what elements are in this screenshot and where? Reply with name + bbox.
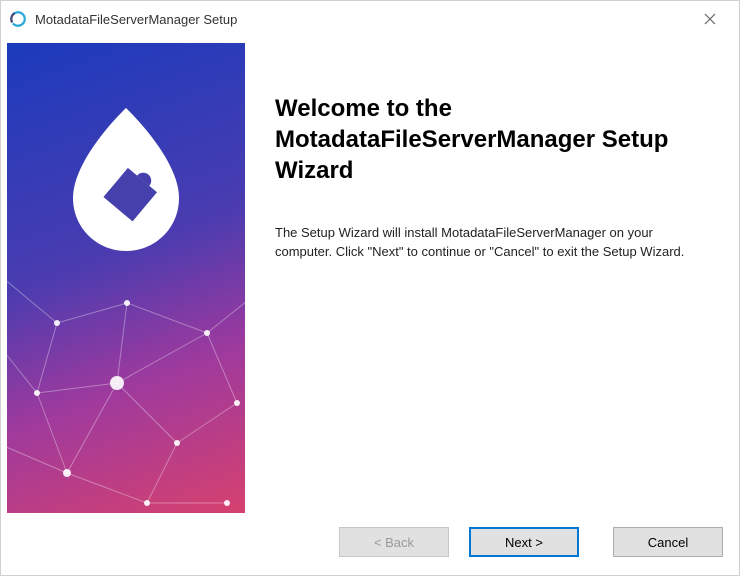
cancel-button[interactable]: Cancel — [613, 527, 723, 557]
titlebar: MotadataFileServerManager Setup — [1, 1, 739, 37]
window-title: MotadataFileServerManager Setup — [35, 12, 689, 27]
button-row: < Back Next > Cancel — [1, 519, 739, 575]
wizard-body-text: The Setup Wizard will install MotadataFi… — [275, 223, 703, 262]
brand-logo — [61, 103, 191, 253]
wizard-heading: Welcome to the MotadataFileServerManager… — [275, 93, 703, 187]
wizard-content: Welcome to the MotadataFileServerManager… — [245, 43, 733, 513]
back-button: < Back — [339, 527, 449, 557]
close-icon — [704, 13, 716, 25]
app-icon — [9, 10, 27, 28]
close-button[interactable] — [689, 5, 731, 33]
next-button[interactable]: Next > — [469, 527, 579, 557]
drop-puzzle-icon — [61, 103, 191, 253]
content-area: Welcome to the MotadataFileServerManager… — [1, 37, 739, 519]
wizard-banner — [7, 43, 245, 513]
